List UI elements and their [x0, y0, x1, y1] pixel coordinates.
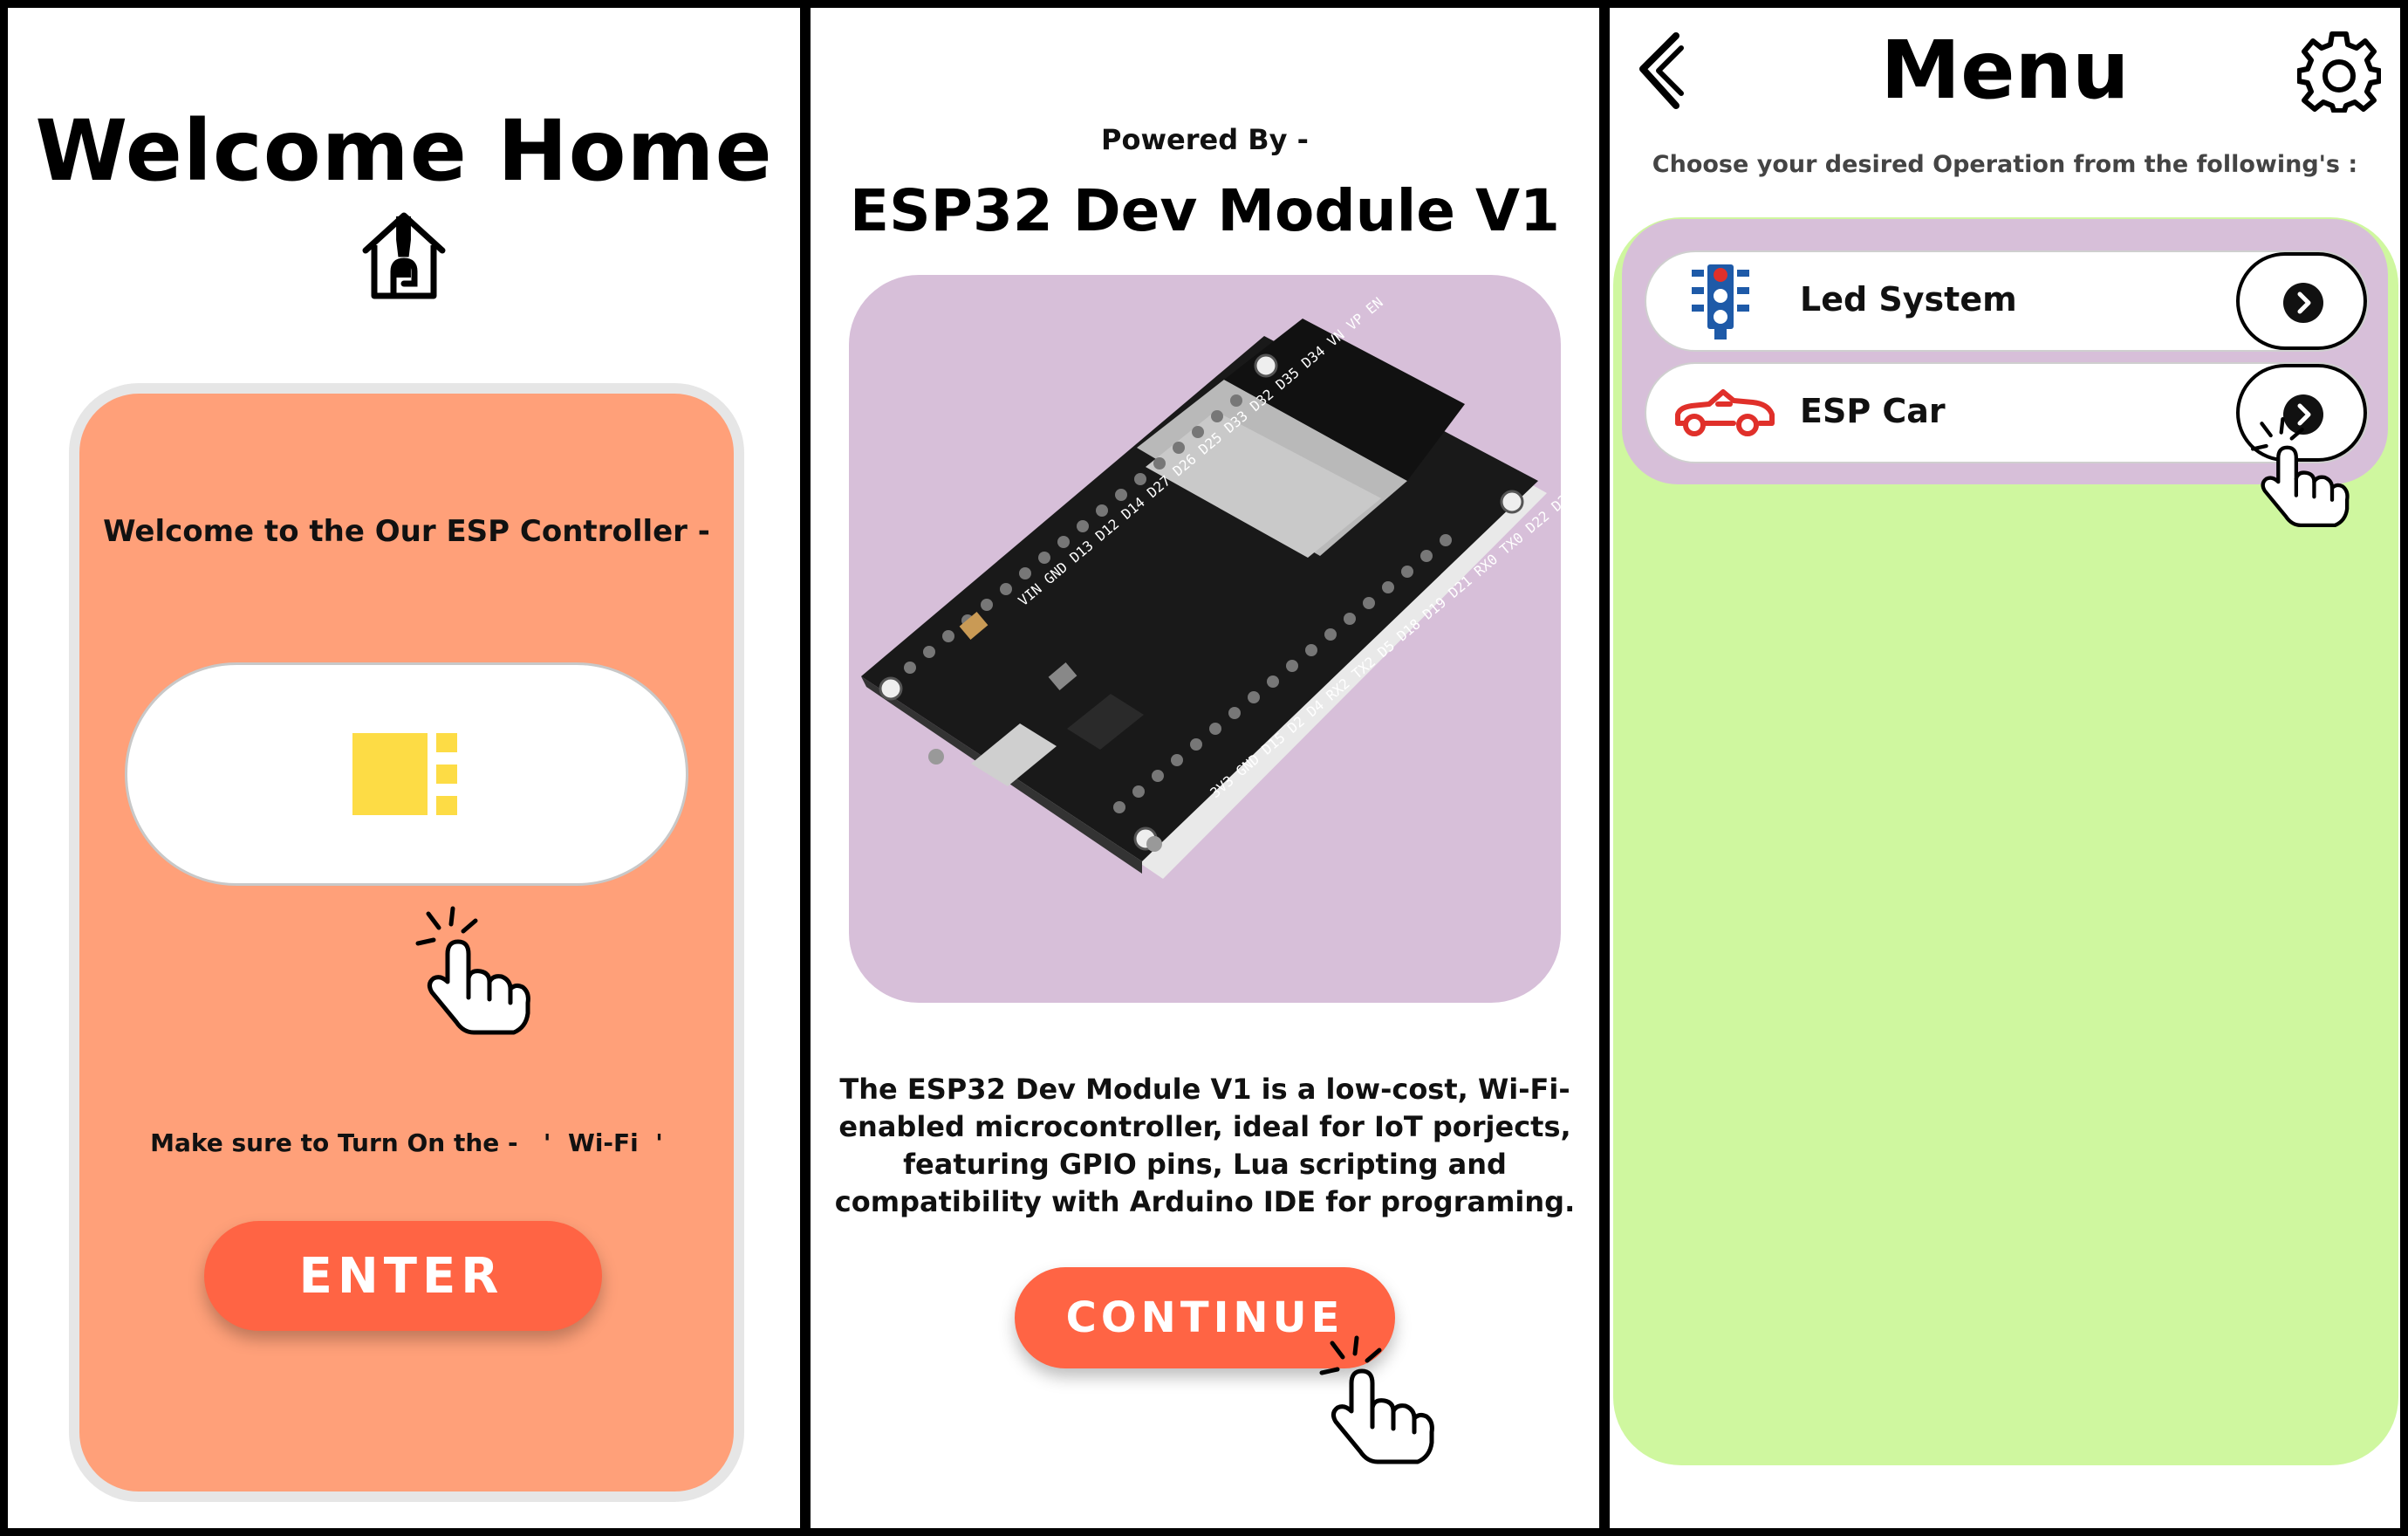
welcome-screen: Welcome Home ! Welcome to the Our ESP Co… [8, 8, 800, 1528]
gear-icon[interactable] [2297, 29, 2381, 113]
open-led-system-button[interactable] [2236, 252, 2367, 350]
chevron-right-icon [2283, 283, 2323, 323]
board-image-card: VIN GND D13 D12 D14 D27 D26 D25 D33 D32 … [849, 275, 1578, 1003]
esp32-board-image: VIN GND D13 D12 D14 D27 D26 D25 D33 D32 … [861, 294, 1578, 879]
chip-icon [352, 733, 457, 815]
device-description: The ESP32 Dev Module V1 is a low-cost, W… [834, 1073, 1576, 1218]
menu-item-label: Led System [1800, 280, 2017, 319]
car-icon [1675, 389, 1775, 436]
menu-screen: Menu Choose your desired Operation from … [1610, 8, 2400, 1528]
pointer-hand-icon [1319, 1335, 1434, 1464]
menu-title: Menu [1880, 24, 2130, 117]
device-title: ESP32 Dev Module V1 [850, 177, 1560, 244]
home-icon [362, 212, 446, 299]
menu-subtitle: Choose your desired Operation from the f… [1652, 151, 2358, 178]
device-info-screen: Powered By - ESP32 Dev Module V1 VIN GND… [811, 8, 1599, 1528]
powered-by-label: Powered By - [1101, 123, 1309, 156]
login-card: Welcome to the Our ESP Controller - Make… [69, 383, 744, 1502]
traffic-light-icon [1692, 264, 1749, 339]
pointer-hand-icon [2251, 417, 2350, 527]
pointer-hand-icon [415, 906, 530, 1035]
enter-button[interactable]: ENTER [204, 1221, 602, 1331]
card-title: Welcome to the Our ESP Controller - [103, 514, 710, 549]
device-display [125, 662, 688, 886]
menu-item-led-system[interactable]: Led System [1645, 250, 2369, 352]
menu-item-label: ESP Car [1800, 392, 1946, 430]
wifi-note: Make sure to Turn On the - ' Wi-Fi ' [150, 1128, 663, 1157]
